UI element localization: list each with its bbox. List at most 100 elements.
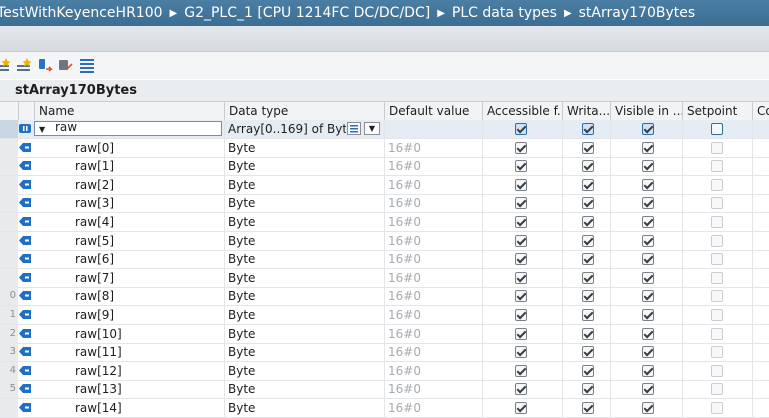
writable-checkbox[interactable] [582,253,594,265]
writable-checkbox[interactable] [582,235,594,247]
accessible-checkbox[interactable] [515,272,527,284]
table-row[interactable]: raw[3] Byte 16#0 [0,194,769,213]
column-default-value[interactable]: Default value [384,102,482,120]
visible-checkbox[interactable] [642,123,654,135]
member-name[interactable]: raw[9] [75,306,215,324]
data-type-value[interactable]: Byte [228,250,380,268]
accessible-checkbox[interactable] [515,253,527,265]
default-value[interactable]: 16#0 [388,362,480,380]
writable-checkbox[interactable] [582,290,594,302]
data-type-value[interactable]: Byte [228,194,380,212]
table-row[interactable]: raw[2] Byte 16#0 [0,176,769,195]
visible-checkbox[interactable] [642,272,654,284]
setpoint-checkbox[interactable] [711,272,723,284]
table-row[interactable]: 1 raw[9] Byte 16#0 [0,306,769,325]
collapse-triangle-icon[interactable]: ▼ [39,125,45,134]
visible-checkbox[interactable] [642,197,654,209]
writable-checkbox[interactable] [582,402,594,414]
default-value[interactable]: 16#0 [388,194,480,212]
data-type-value[interactable]: Byte [228,325,380,343]
visible-checkbox[interactable] [642,160,654,172]
table-row[interactable]: raw[1] Byte 16#0 [0,157,769,176]
data-type-value[interactable]: Byte [228,213,380,231]
type-list-button[interactable] [347,122,361,135]
accessible-checkbox[interactable] [515,160,527,172]
setpoint-checkbox[interactable] [711,216,723,228]
default-value[interactable]: 16#0 [388,157,480,175]
default-value[interactable]: 16#0 [388,269,480,287]
visible-checkbox[interactable] [642,309,654,321]
list-view-icon[interactable] [78,57,96,74]
column-comment[interactable]: Co [752,102,769,120]
writable-checkbox[interactable] [582,123,594,135]
writable-checkbox[interactable] [582,309,594,321]
member-name[interactable]: raw[12] [75,362,215,380]
breadcrumb-plc-data-types[interactable]: PLC data types [452,0,557,26]
member-name[interactable]: raw[3] [75,194,215,212]
setpoint-checkbox[interactable] [711,123,723,135]
default-value[interactable]: 16#0 [388,343,480,361]
data-type-value[interactable]: Byte [228,139,380,157]
member-name[interactable]: raw[10] [75,325,215,343]
column-writable[interactable]: Writa... [562,102,610,120]
data-type-value[interactable]: Byte [228,399,380,417]
accessible-checkbox[interactable] [515,197,527,209]
member-name[interactable]: raw[14] [75,399,215,417]
writable-checkbox[interactable] [582,216,594,228]
accessible-checkbox[interactable] [515,290,527,302]
chevron-down-icon[interactable]: ▼ [364,122,380,135]
table-row[interactable]: raw[6] Byte 16#0 [0,250,769,269]
table-row[interactable]: 4 raw[12] Byte 16#0 [0,362,769,381]
column-visible[interactable]: Visible in ... [610,102,682,120]
writable-checkbox[interactable] [582,197,594,209]
member-name[interactable]: raw[11] [75,343,215,361]
column-accessible[interactable]: Accessible f... [482,102,562,120]
member-name[interactable]: raw[13] [75,380,215,398]
default-value[interactable]: 16#0 [388,380,480,398]
accessible-checkbox[interactable] [515,402,527,414]
setpoint-checkbox[interactable] [711,235,723,247]
member-name[interactable]: raw[2] [75,176,215,194]
column-data-type[interactable]: Data type [224,102,384,120]
writable-checkbox[interactable] [582,160,594,172]
default-value[interactable]: 16#0 [388,232,480,250]
member-name[interactable]: raw[6] [75,250,215,268]
column-setpoint[interactable]: Setpoint [682,102,752,120]
table-row[interactable]: raw[0] Byte 16#0 [0,139,769,158]
setpoint-checkbox[interactable] [711,160,723,172]
data-type-value[interactable]: Byte [228,269,380,287]
breadcrumb-device[interactable]: G2_PLC_1 [CPU 1214FC DC/DC/DC] [184,0,430,26]
setpoint-checkbox[interactable] [711,365,723,377]
default-value[interactable]: 16#0 [388,306,480,324]
default-value[interactable]: 16#0 [388,287,480,305]
name-field[interactable]: ▼ raw [34,120,222,136]
data-type-value[interactable]: Byte [228,343,380,361]
data-type-value[interactable]: Byte [228,176,380,194]
visible-checkbox[interactable] [642,216,654,228]
table-row[interactable]: raw[5] Byte 16#0 [0,232,769,251]
data-type-value[interactable]: Byte [228,157,380,175]
setpoint-checkbox[interactable] [711,402,723,414]
table-row[interactable]: raw[7] Byte 16#0 [0,269,769,288]
breadcrumb-current-type[interactable]: stArray170Bytes [579,0,696,26]
visible-checkbox[interactable] [642,402,654,414]
accessible-checkbox[interactable] [515,123,527,135]
accessible-checkbox[interactable] [515,346,527,358]
column-name[interactable]: Name [34,102,224,120]
table-row[interactable]: 2 raw[10] Byte 16#0 [0,325,769,344]
setpoint-checkbox[interactable] [711,253,723,265]
accessible-checkbox[interactable] [515,216,527,228]
table-row[interactable]: 5 raw[13] Byte 16#0 [0,380,769,399]
accessible-checkbox[interactable] [515,383,527,395]
default-value[interactable] [388,120,480,138]
visible-checkbox[interactable] [642,383,654,395]
member-name[interactable]: raw[4] [75,213,215,231]
accessible-checkbox[interactable] [515,142,527,154]
data-type-value[interactable]: Byte [228,232,380,250]
default-value[interactable]: 16#0 [388,176,480,194]
member-name[interactable]: raw[0] [75,139,215,157]
data-type-value[interactable]: Array[0..169] of Byte [228,120,346,138]
insert-row-icon[interactable] [0,57,12,74]
member-name[interactable]: raw[1] [75,157,215,175]
member-name[interactable]: raw[8] [75,287,215,305]
